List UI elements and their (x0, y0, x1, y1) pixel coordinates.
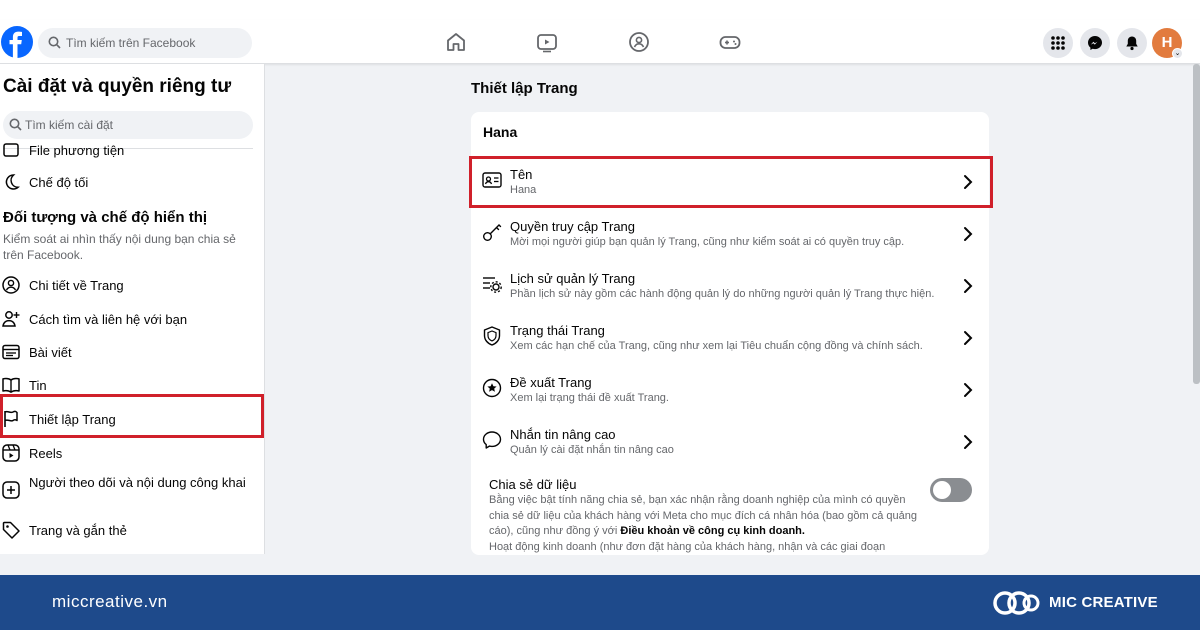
messenger-icon (1088, 36, 1102, 50)
sidebar-item-dark-mode[interactable]: Chế độ tối (0, 166, 262, 196)
moon-icon (5, 174, 20, 190)
sidebar-item-label: Tin (29, 378, 47, 393)
grid-menu-icon (1051, 36, 1065, 50)
sidebar-item-label: Bài viết (29, 345, 72, 360)
chevron-right-icon (964, 331, 973, 345)
footer-brand: MIC CREATIVE (1049, 594, 1158, 611)
toggle-knob (933, 481, 951, 499)
sidebar-item-page-details[interactable]: Chi tiết về Trang (0, 269, 262, 299)
business-tools-terms-link[interactable]: Điều khoản về công cụ kinh doanh. (620, 525, 805, 537)
data-sharing-title: Chia sẻ dữ liệu (489, 477, 577, 492)
sidebar-item-posts[interactable]: Bài viết (0, 336, 262, 366)
history-gear-icon (483, 277, 502, 293)
sidebar-item-tagging[interactable]: Trang và gắn thẻ (0, 514, 262, 544)
groups-icon[interactable] (627, 30, 651, 54)
row-title: Lịch sử quản lý Trang (510, 271, 636, 286)
data-sharing-toggle[interactable] (930, 478, 972, 502)
row-title: Quyền truy cập Trang (510, 219, 636, 234)
notifications-button[interactable] (1117, 28, 1147, 58)
footer-website: miccreative.vn (52, 592, 168, 611)
menu-button[interactable] (1043, 28, 1073, 58)
sidebar-section-title: Đối tượng và chế độ hiển thị (3, 209, 208, 226)
settings-sidebar: Cài đặt và quyền riêng tư File phương ti… (0, 64, 265, 554)
chat-icon (482, 431, 502, 449)
user-plus-icon (2, 311, 20, 327)
card-title: Hana (483, 124, 518, 140)
row-subtitle: Phần lịch sử này gồm các hành động quản … (510, 288, 935, 300)
tag-icon (2, 521, 20, 539)
settings-row-page-status[interactable]: Trạng thái Trang Xem các hạn chế của Tra… (471, 313, 989, 365)
mic-creative-logo-icon (993, 591, 1040, 615)
sidebar-item-find-contact[interactable]: Cách tìm và liên hệ với bạn (0, 303, 262, 333)
row-subtitle: Xem lại trạng thái đề xuất Trang. (510, 392, 669, 404)
home-icon[interactable] (444, 30, 468, 54)
facebook-logo-icon[interactable] (1, 26, 33, 58)
sidebar-item-label: Chi tiết về Trang (29, 278, 124, 293)
settings-row-advanced-messaging[interactable]: Nhắn tin nâng cao Quản lý cài đặt nhắn t… (471, 417, 989, 469)
add-square-icon (2, 481, 20, 499)
row-subtitle: Xem các hạn chế của Trang, cũng như xem … (510, 340, 923, 352)
facebook-screen: H ⌄ Cài đặt và quyền riêng tư File phươn… (0, 0, 1200, 575)
settings-row-management-history[interactable]: Lịch sử quản lý Trang Phần lịch sử này g… (471, 261, 989, 313)
sidebar-item-label: Chế độ tối (29, 175, 89, 190)
page-title: Thiết lập Trang (471, 80, 578, 97)
star-badge-icon (482, 378, 502, 398)
row-title: Trạng thái Trang (510, 323, 605, 338)
top-strip (0, 0, 1200, 20)
highlight-box-sidebar (0, 394, 264, 438)
posts-icon (2, 344, 20, 360)
gaming-icon[interactable] (718, 30, 742, 54)
data-sharing-description: Bằng việc bật tính năng chia sẻ, bạn xác… (489, 493, 919, 540)
row-subtitle: Quản lý cài đặt nhắn tin nâng cao (510, 444, 674, 456)
chevron-right-icon (964, 383, 973, 397)
key-icon (483, 224, 502, 241)
sidebar-item-reels[interactable]: Reels (0, 437, 262, 467)
chevron-right-icon (964, 279, 973, 293)
shield-icon (483, 326, 501, 346)
search-icon (9, 118, 22, 131)
watch-icon[interactable] (535, 30, 559, 54)
data-sharing-more-text: Hoạt động kinh doanh (như đơn đặt hàng c… (489, 541, 886, 553)
user-circle-icon (2, 276, 20, 294)
sidebar-item-followers[interactable]: Người theo dõi và nội dung công khai (0, 474, 262, 504)
sidebar-section-description: Kiểm soát ai nhìn thấy nội dung bạn chia… (3, 232, 236, 262)
reels-icon (2, 444, 20, 462)
chevron-right-icon (964, 227, 973, 241)
messenger-button[interactable] (1080, 28, 1110, 58)
chevron-right-icon (964, 435, 973, 449)
settings-row-page-access[interactable]: Quyền truy cập Trang Mời mọi người giúp … (471, 209, 989, 261)
sidebar-item-label: Reels (29, 446, 63, 461)
sidebar-title: Cài đặt và quyền riêng tư (3, 76, 232, 97)
sidebar-item-label: Cách tìm và liên hệ với bạn (29, 312, 188, 327)
settings-row-page-recommendation[interactable]: Đề xuất Trang Xem lại trạng thái đề xuất… (471, 365, 989, 417)
top-navigation-bar: H ⌄ (0, 20, 1200, 64)
chevron-down-icon[interactable]: ⌄ (1172, 48, 1183, 59)
highlight-box-name-row (469, 156, 993, 208)
sidebar-item-media[interactable]: File phương tiện (0, 134, 262, 164)
sidebar-item-label: Trang và gắn thẻ (29, 523, 127, 538)
row-title: Đề xuất Trang (510, 375, 592, 390)
book-icon (2, 377, 20, 393)
sidebar-item-label: File phương tiện (29, 143, 125, 158)
page-scrollbar[interactable] (1193, 64, 1200, 384)
footer-banner: miccreative.vn MIC CREATIVE (0, 575, 1200, 630)
row-subtitle: Mời mọi người giúp bạn quản lý Trang, cũ… (510, 236, 905, 248)
row-title: Nhắn tin nâng cao (510, 427, 616, 442)
bell-icon (1126, 36, 1138, 51)
search-icon (48, 36, 61, 49)
sidebar-item-label: Người theo dõi và nội dung công khai (29, 475, 246, 490)
facebook-search-input[interactable] (66, 28, 246, 58)
media-icon (3, 143, 19, 157)
facebook-search[interactable] (38, 28, 252, 58)
